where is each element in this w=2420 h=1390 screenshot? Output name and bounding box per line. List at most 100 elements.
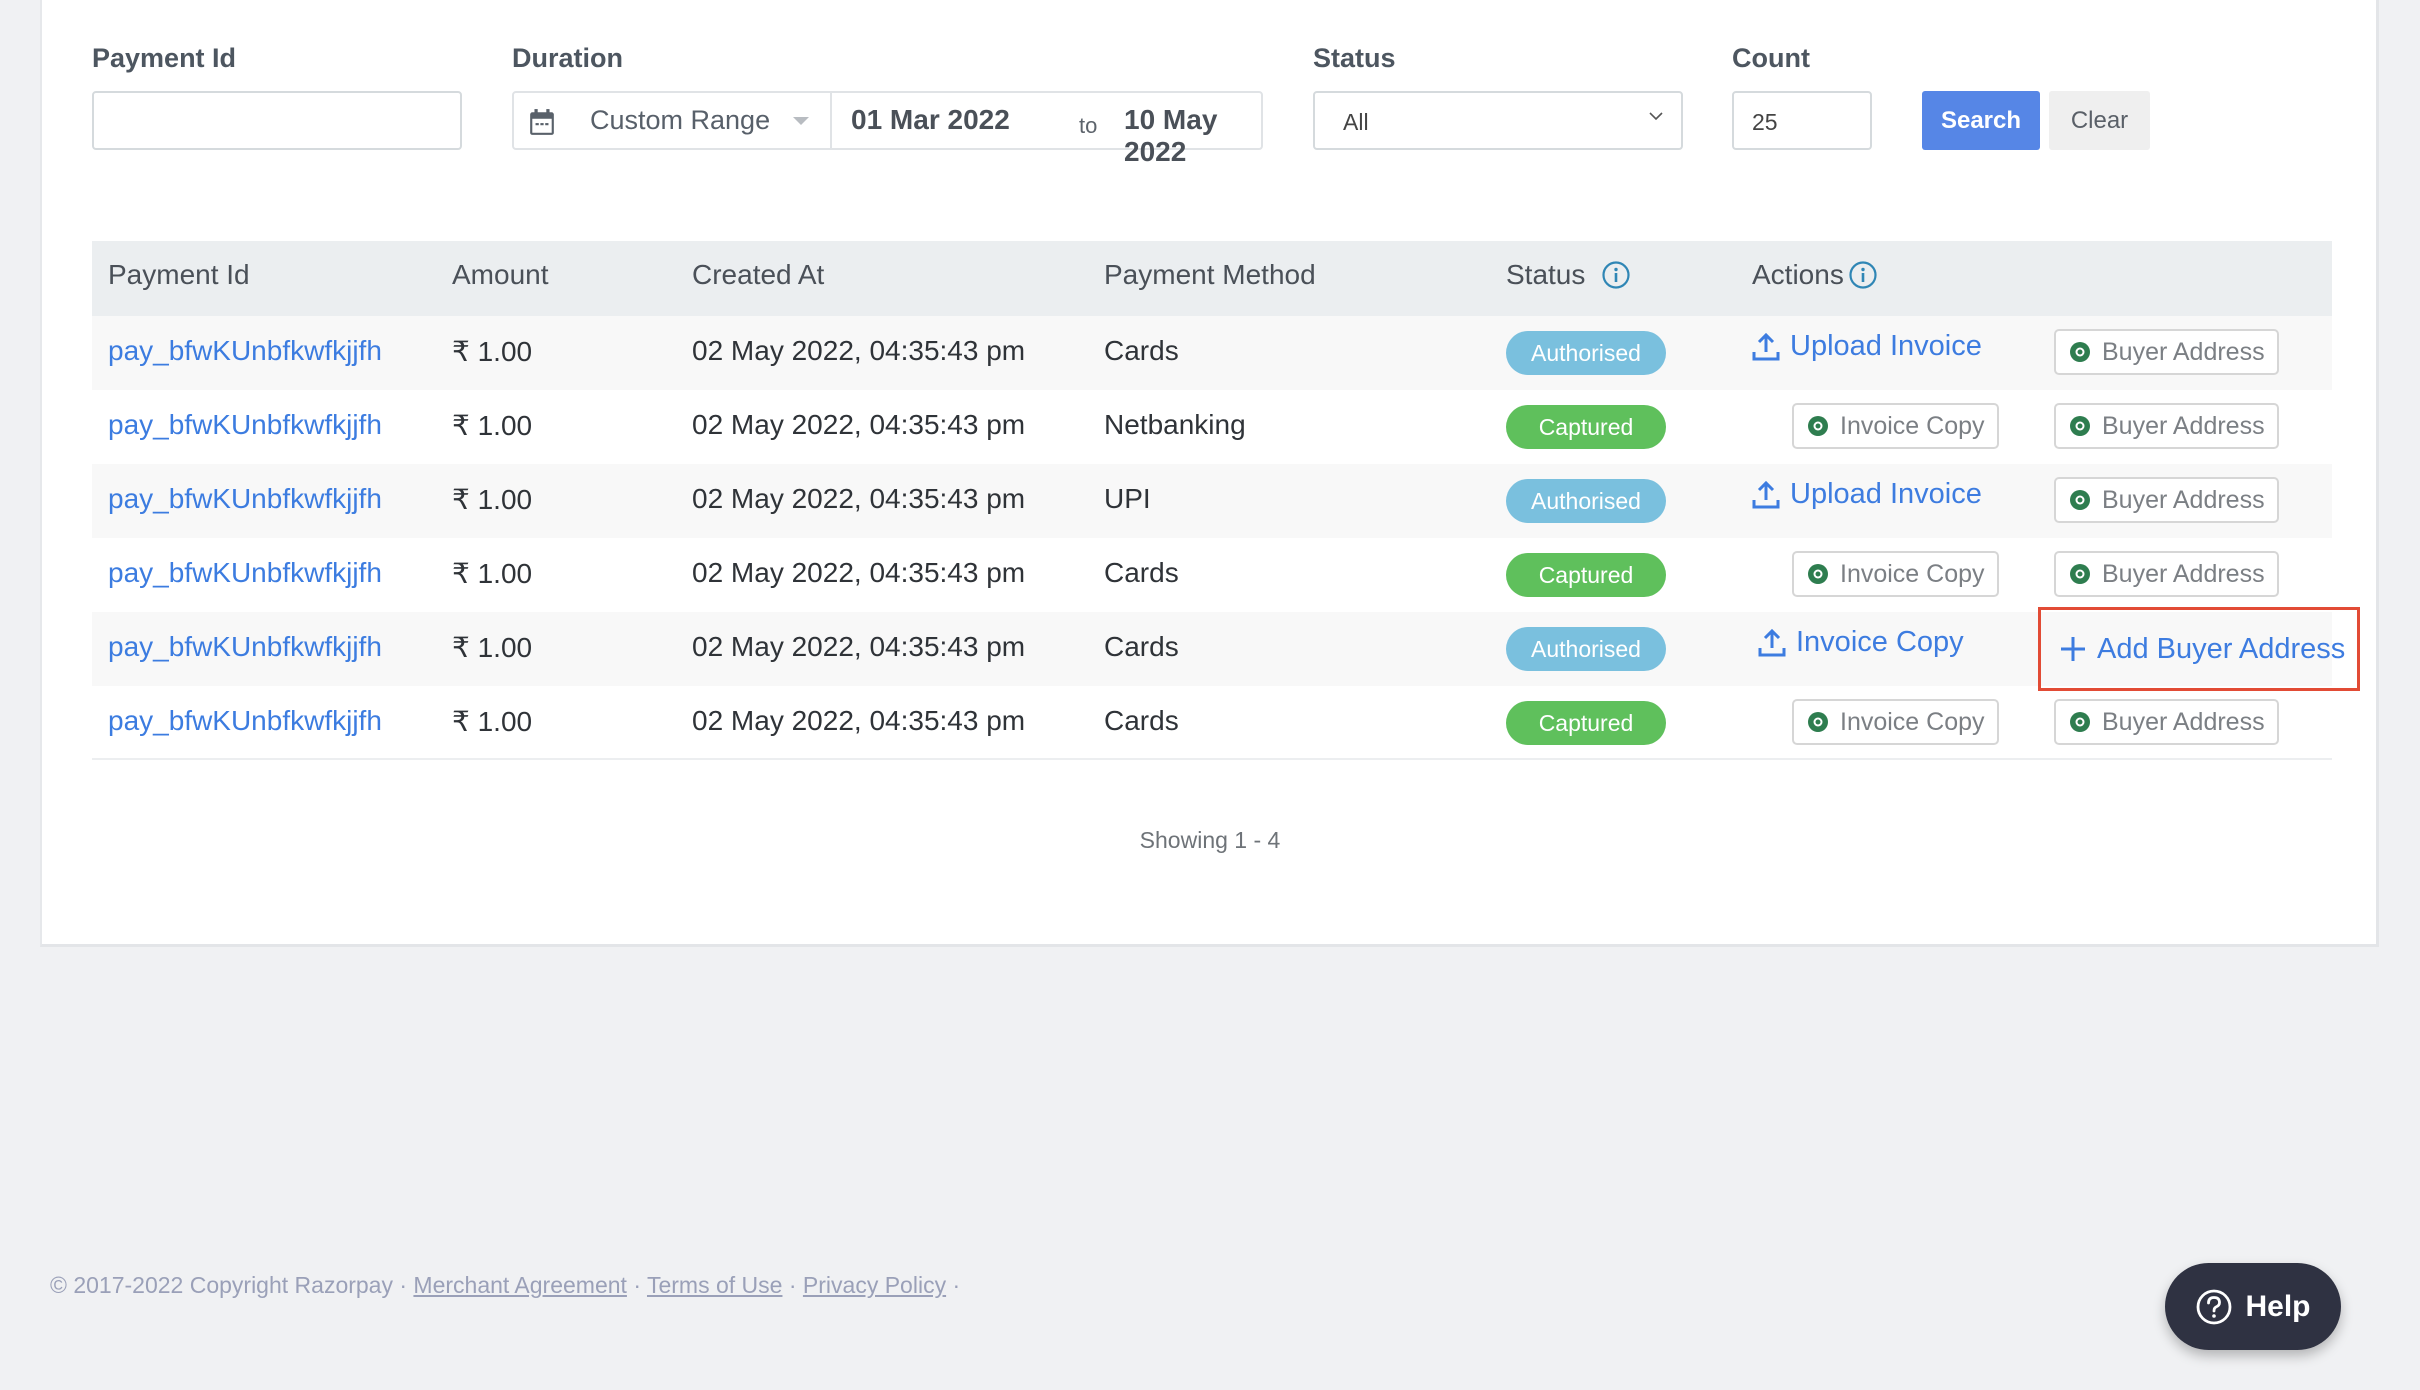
info-icon[interactable] (1848, 260, 1878, 290)
status-label: Status (1313, 43, 1396, 73)
created-at: 02 May 2022, 04:35:43 pm (692, 631, 1026, 662)
payment-method: Netbanking (1104, 409, 1246, 440)
help-label: Help (2245, 1289, 2311, 1323)
invoice-copy-link[interactable]: Invoice Copy (1758, 626, 1964, 659)
col-label: Created At (692, 259, 825, 290)
separator: · (633, 1272, 641, 1298)
divider (830, 93, 832, 148)
question-circle-icon (2197, 1289, 2232, 1324)
status-badge: Captured (1506, 405, 1666, 449)
upload-icon (1752, 332, 1780, 360)
status-badge: Captured (1506, 701, 1666, 745)
created-at: 02 May 2022, 04:35:43 pm (692, 705, 1026, 736)
action-label: Invoice Copy (1840, 559, 1985, 588)
table-row: pay_bfwKUnbfkwfkjjfh ₹ 1.00 02 May 2022,… (92, 686, 2332, 760)
copyright-text: © 2017-2022 Copyright Razorpay · (50, 1272, 408, 1298)
action-label: Add Buyer Address (2097, 632, 2346, 665)
amount: ₹ 1.00 (452, 706, 533, 737)
status-select-value: All (1343, 109, 1369, 135)
col-status: Status (1506, 259, 1631, 291)
eye-icon (1808, 416, 1828, 436)
table-row: pay_bfwKUnbfkwfkjjfh ₹ 1.00 02 May 2022,… (92, 316, 2332, 390)
separator: · (788, 1272, 797, 1298)
info-icon[interactable] (1601, 260, 1631, 290)
payments-card: Payment Id Duration Custom Range 01 Mar … (40, 0, 2379, 947)
count-input[interactable]: 25 (1732, 91, 1872, 150)
table-row: pay_bfwKUnbfkwfkjjfh ₹ 1.00 02 May 2022,… (92, 607, 2360, 691)
count-value: 25 (1752, 109, 1778, 135)
upload-invoice-link[interactable]: Upload Invoice (1752, 478, 1982, 511)
duration-preset[interactable]: Custom Range (590, 105, 770, 136)
col-amount: Amount (452, 259, 549, 291)
col-label: Actions (1752, 259, 1844, 290)
payment-method: Cards (1104, 335, 1179, 366)
upload-icon (1758, 628, 1786, 656)
calendar-icon (530, 109, 554, 135)
buyer-address-button[interactable]: Buyer Address (2054, 477, 2279, 523)
amount: ₹ 1.00 (452, 558, 533, 589)
eye-icon (1808, 712, 1828, 732)
payment-id-input[interactable] (92, 91, 462, 150)
amount: ₹ 1.00 (452, 484, 533, 515)
buyer-address-button[interactable]: Buyer Address (2054, 699, 2279, 745)
payment-id-link[interactable]: pay_bfwKUnbfkwfkjjfh (108, 335, 382, 367)
action-label: Buyer Address (2102, 559, 2265, 588)
payment-id-link[interactable]: pay_bfwKUnbfkwfkjjfh (108, 631, 382, 663)
search-button[interactable]: Search (1922, 91, 2040, 150)
merchant-agreement-link[interactable]: Merchant Agreement (413, 1272, 627, 1298)
plus-icon (2061, 637, 2085, 661)
col-label: Status (1506, 259, 1586, 290)
separator: · (952, 1272, 961, 1298)
col-created-at: Created At (692, 259, 824, 291)
amount: ₹ 1.00 (452, 410, 533, 441)
table-header: Payment Id Amount Created At Payment Met… (92, 241, 2332, 316)
action-label: Buyer Address (2102, 411, 2265, 440)
col-label: Amount (452, 259, 549, 290)
payment-id-link[interactable]: pay_bfwKUnbfkwfkjjfh (108, 483, 382, 515)
invoice-copy-button[interactable]: Invoice Copy (1792, 551, 1999, 597)
status-badge: Captured (1506, 553, 1666, 597)
amount: ₹ 1.00 (452, 632, 533, 663)
table-row: pay_bfwKUnbfkwfkjjfh ₹ 1.00 02 May 2022,… (92, 464, 2332, 538)
payments-table: Payment Id Amount Created At Payment Met… (92, 241, 2360, 760)
payment-id-link[interactable]: pay_bfwKUnbfkwfkjjfh (108, 409, 382, 441)
col-actions: Actions (1752, 259, 1878, 291)
buyer-address-button[interactable]: Buyer Address (2054, 403, 2279, 449)
status-select[interactable]: All (1313, 91, 1683, 150)
privacy-policy-link[interactable]: Privacy Policy (803, 1272, 946, 1298)
action-label: Buyer Address (2102, 707, 2265, 736)
col-label: Payment Method (1104, 259, 1316, 290)
upload-icon (1752, 480, 1780, 508)
duration-to-date[interactable]: 10 May 2022 (1124, 104, 1261, 168)
upload-invoice-link[interactable]: Upload Invoice (1752, 330, 1982, 363)
payment-method: Cards (1104, 631, 1179, 662)
caret-down-icon[interactable] (793, 117, 809, 125)
action-label: Upload Invoice (1790, 330, 1982, 362)
invoice-copy-button[interactable]: Invoice Copy (1792, 403, 1999, 449)
status-badge: Authorised (1506, 627, 1666, 671)
invoice-copy-button[interactable]: Invoice Copy (1792, 699, 1999, 745)
buyer-address-button[interactable]: Buyer Address (2054, 329, 2279, 375)
payment-id-link[interactable]: pay_bfwKUnbfkwfkjjfh (108, 705, 382, 737)
action-label: Upload Invoice (1790, 478, 1982, 510)
add-buyer-address-button[interactable]: Add Buyer Address (2038, 607, 2360, 691)
payment-id-link[interactable]: pay_bfwKUnbfkwfkjjfh (108, 557, 382, 589)
status-badge: Authorised (1506, 479, 1666, 523)
chevron-down-icon (1649, 112, 1663, 121)
buyer-address-button[interactable]: Buyer Address (2054, 551, 2279, 597)
created-at: 02 May 2022, 04:35:43 pm (692, 557, 1026, 588)
eye-icon (2070, 490, 2090, 510)
help-button[interactable]: Help (2165, 1263, 2341, 1350)
duration-picker[interactable]: Custom Range 01 Mar 2022 to 10 May 2022 (512, 91, 1263, 167)
pagination-summary: Showing 1 - 4 (1139, 827, 1281, 853)
terms-of-use-link[interactable]: Terms of Use (647, 1272, 782, 1298)
clear-button[interactable]: Clear (2049, 91, 2150, 150)
payment-method: Cards (1104, 705, 1179, 736)
created-at: 02 May 2022, 04:35:43 pm (692, 335, 1026, 366)
duration-from-date[interactable]: 01 Mar 2022 (851, 104, 1010, 136)
footer: © 2017-2022 Copyright Razorpay · Merchan… (50, 1272, 960, 1299)
action-label: Invoice Copy (1840, 707, 1985, 736)
duration-to-label: to (1079, 113, 1098, 138)
table-row: pay_bfwKUnbfkwfkjjfh ₹ 1.00 02 May 2022,… (92, 390, 2332, 464)
status-badge: Authorised (1506, 331, 1666, 375)
